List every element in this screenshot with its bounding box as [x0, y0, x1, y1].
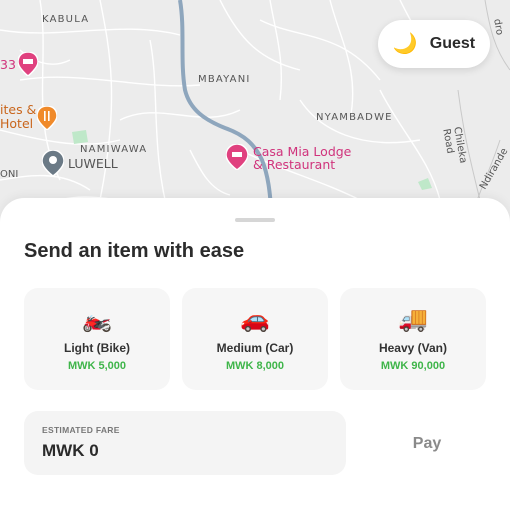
- vehicle-price: MWK 5,000: [67, 359, 127, 372]
- moon-icon: 🌙: [392, 33, 418, 55]
- area-label-kabula: KABULA: [42, 14, 90, 25]
- hotel-label-line2: Hotel: [0, 116, 34, 131]
- estimated-fare-value: MWK 0: [42, 441, 99, 460]
- motorbike-icon: 🏍️: [82, 305, 112, 333]
- vehicle-name: Heavy (Van): [378, 340, 448, 355]
- vehicle-option-car[interactable]: 🚗 Medium (Car) MWK 8,000: [182, 288, 328, 390]
- vehicle-options: 🏍️ Light (Bike) MWK 5,000 🚗 Medium (Car)…: [24, 288, 486, 390]
- area-label-nyambadwe: NYAMBADWE: [316, 112, 393, 123]
- vehicle-price: MWK 90,000: [380, 359, 446, 372]
- sheet-drag-handle[interactable]: [235, 218, 275, 222]
- vehicle-option-van[interactable]: 🚚 Heavy (Van) MWK 90,000: [340, 288, 486, 390]
- estimated-fare-label: ESTIMATED FARE: [42, 425, 120, 435]
- restaurant-pin-icon[interactable]: [36, 105, 58, 135]
- hotel-label-line1: ites &: [0, 102, 37, 117]
- estimated-fare-box: ESTIMATED FARE MWK 0: [24, 411, 346, 475]
- vehicle-price: MWK 8,000: [225, 359, 285, 372]
- sheet-title: Send an item with ease: [24, 240, 245, 262]
- guest-label: Guest: [429, 35, 476, 52]
- lodging-pin-icon[interactable]: [225, 143, 249, 175]
- place-label-oni: ONI: [0, 169, 19, 180]
- place-label-luwell: LUWELL: [68, 156, 118, 171]
- vehicle-name: Medium (Car): [216, 340, 294, 355]
- place-label-partial: 33: [0, 57, 16, 72]
- area-label-namiwawa: NAMIWAWA: [80, 144, 148, 155]
- guest-theme-toggle[interactable]: 🌙 Guest: [378, 20, 490, 68]
- pay-button[interactable]: Pay: [388, 424, 466, 464]
- vehicle-name: Light (Bike): [64, 340, 130, 355]
- vehicle-option-bike[interactable]: 🏍️ Light (Bike) MWK 5,000: [24, 288, 170, 390]
- bottom-sheet: Send an item with ease 🏍️ Light (Bike) M…: [0, 198, 510, 510]
- area-label-mbayani: MBAYANI: [198, 74, 251, 85]
- place-label-casa-mia-2: & Restaurant: [253, 157, 336, 172]
- truck-icon: 🚚: [398, 305, 428, 333]
- place-pin-icon[interactable]: [41, 149, 65, 181]
- lodging-pin-icon[interactable]: [17, 51, 39, 81]
- car-icon: 🚗: [240, 305, 270, 333]
